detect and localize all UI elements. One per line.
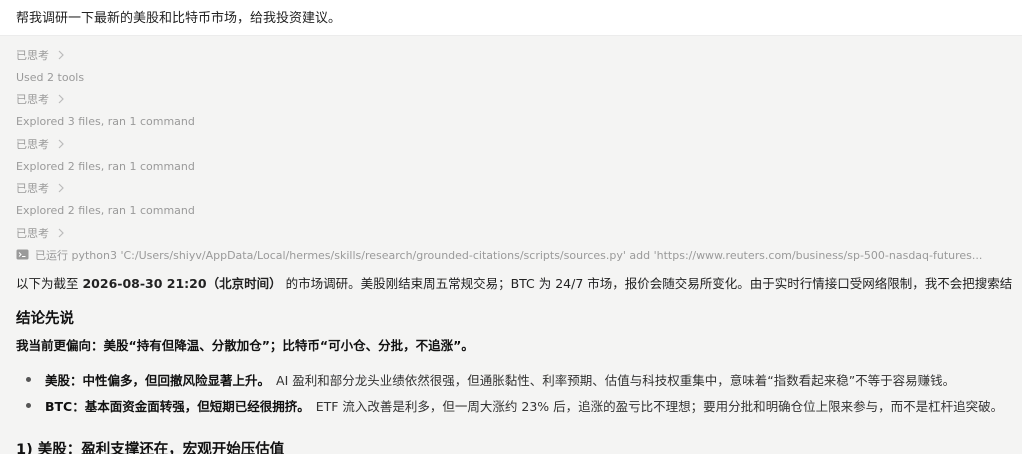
step-label: Explored 2 files, ran 1 command bbox=[16, 203, 195, 217]
step-label: Explored 3 files, ran 1 command bbox=[16, 115, 195, 129]
assistant-response: 以下为截至 2026-08-30 21:20（北京时间） 的市场调研。美股刚结束… bbox=[16, 274, 1022, 418]
user-prompt: 帮我调研一下最新的美股和比特币市场，给我投资建议。 bbox=[0, 0, 1022, 36]
intro-prefix: 以下为截至 bbox=[16, 276, 83, 291]
step-label: Explored 2 files, ran 1 command bbox=[16, 159, 195, 173]
step-label: 已思考 bbox=[16, 226, 49, 240]
step-label: 已思考 bbox=[16, 49, 49, 63]
chat-page: 帮我调研一下最新的美股和比特币市场，给我投资建议。 已思考 Used 2 too… bbox=[0, 0, 1022, 454]
step-thought[interactable]: 已思考 bbox=[16, 177, 1006, 199]
agent-steps: 已思考 Used 2 tools 已思考 Explored 3 files, r… bbox=[16, 44, 1006, 266]
step-tools[interactable]: Used 2 tools bbox=[16, 66, 1006, 88]
bullet-dot bbox=[26, 402, 31, 408]
section-heading: 1) 美股：盈利支撑还在，宏观开始压估值 bbox=[16, 442, 285, 454]
bullet-text: ETF 流入改善是利多，但一周大涨约 23% 后，追涨的盈亏比不理想；要用分批和… bbox=[315, 398, 1004, 414]
bullet-list: 美股：中性偏多，但回撤风险显著上升。 AI 盈利和部分龙头业绩依然很强，但通胀黏… bbox=[16, 366, 1022, 418]
chevron-right-icon bbox=[58, 183, 64, 193]
step-explored[interactable]: Explored 3 files, ran 1 command bbox=[16, 111, 1006, 133]
lean-summary: 我当前更偏向：美股“持有但降温、分散加仓”；比特币“可小仓、分批，不追涨”。 bbox=[16, 338, 474, 353]
step-label: 已思考 bbox=[16, 137, 49, 151]
step-explored[interactable]: Explored 2 files, ran 1 command bbox=[16, 155, 1006, 177]
bullet-lead: BTC：基本面资金面转强，但短期已经很拥挤。 bbox=[45, 398, 310, 414]
terminal-icon bbox=[16, 249, 29, 260]
step-label: 已思考 bbox=[16, 182, 49, 196]
intro-datetime: 2026-08-30 21:20（北京时间） bbox=[82, 276, 282, 291]
step-label: 已思考 bbox=[16, 93, 49, 107]
list-item: BTC：基本面资金面转强，但短期已经很拥挤。 ETF 流入改善是利多，但一周大涨… bbox=[16, 392, 1022, 418]
bullet-lead: 美股：中性偏多，但回撤风险显著上升。 bbox=[45, 372, 271, 388]
chevron-right-icon bbox=[58, 228, 64, 238]
intro-suffix: 的市场调研。美股刚结束周五常规交易；BTC 为 24/7 市场，报价会随交易所变… bbox=[281, 276, 1013, 291]
step-thought[interactable]: 已思考 bbox=[16, 88, 1006, 110]
step-explored[interactable]: Explored 2 files, ran 1 command bbox=[16, 199, 1006, 221]
step-thought[interactable]: 已思考 bbox=[16, 133, 1006, 155]
bullet-dot bbox=[26, 376, 31, 382]
list-item: 美股：中性偏多，但回撤风险显著上升。 AI 盈利和部分龙头业绩依然很强，但通胀黏… bbox=[16, 366, 1022, 392]
chevron-right-icon bbox=[58, 95, 64, 104]
step-thought[interactable]: 已思考 bbox=[16, 222, 1006, 244]
step-thought[interactable]: 已思考 bbox=[16, 44, 1006, 66]
conclusion-heading: 结论先说 bbox=[16, 311, 74, 327]
chevron-right-icon bbox=[58, 50, 64, 60]
chevron-right-icon bbox=[58, 139, 64, 149]
step-label: Used 2 tools bbox=[16, 70, 85, 84]
command-label: 已运行 python3 'C:/Users/shiyv/AppData/Loca… bbox=[35, 248, 983, 262]
bullet-text: AI 盈利和部分龙头业绩依然很强，但通胀黏性、利率预期、估值与科技权重集中，意味… bbox=[276, 372, 956, 388]
intro-paragraph: 以下为截至 2026-08-30 21:20（北京时间） 的市场调研。美股刚结束… bbox=[16, 274, 1022, 294]
step-command[interactable]: 已运行 python3 'C:/Users/shiyv/AppData/Loca… bbox=[16, 244, 1006, 266]
